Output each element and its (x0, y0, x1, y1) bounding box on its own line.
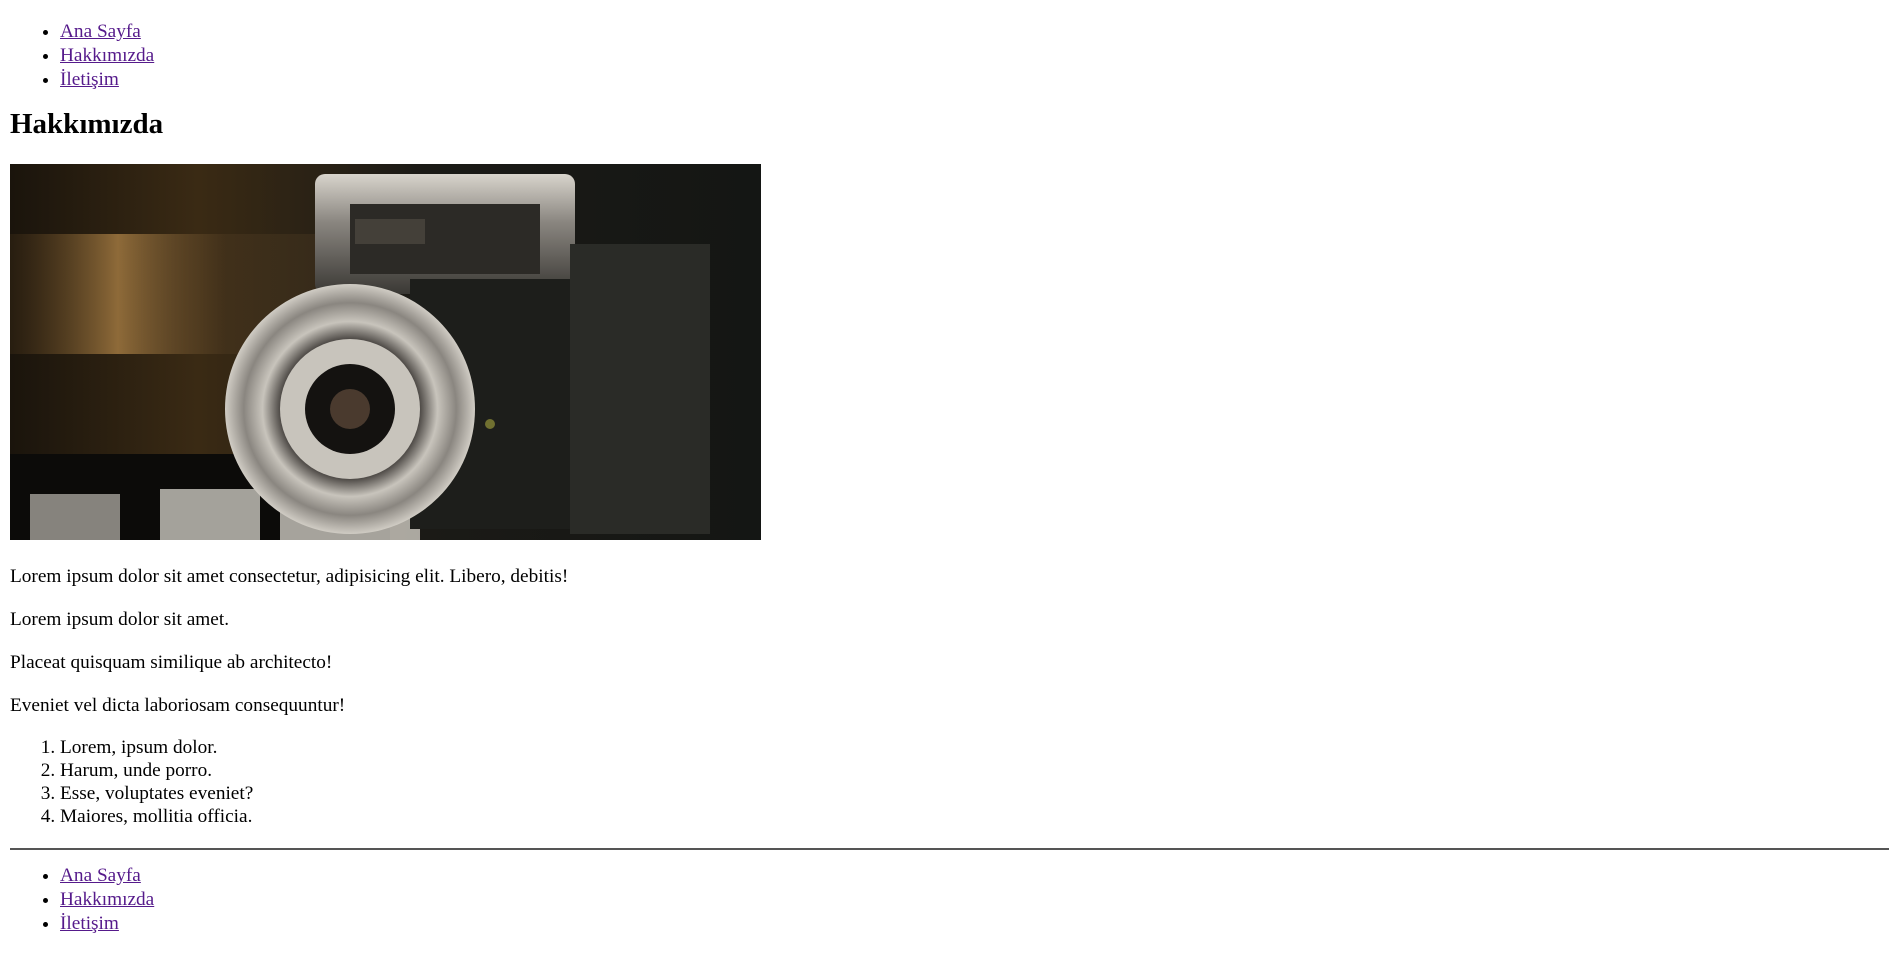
paragraph: Eveniet vel dicta laboriosam consequuntu… (10, 695, 346, 716)
nav-item-contact: İletişim (60, 68, 1888, 92)
nav-item-about: Hakkımızda (60, 44, 1888, 68)
list-item: Esse, voluptates eveniet? (60, 782, 1888, 805)
page: Ana Sayfa Hakkımızda İletişim Hakkımızda (0, 0, 1898, 936)
nav-item-about: Hakkımızda (60, 888, 1888, 912)
page-title: Hakkımızda (10, 108, 164, 140)
list-item: Lorem, ipsum dolor. (60, 736, 1888, 759)
nav-link-about[interactable]: Hakkımızda (60, 889, 154, 910)
nav-link-home[interactable]: Ana Sayfa (60, 865, 141, 886)
ordered-list: Lorem, ipsum dolor. Harum, unde porro. E… (10, 736, 1888, 828)
nav-link-about[interactable]: Hakkımızda (60, 45, 154, 66)
nav-item-home: Ana Sayfa (60, 20, 1888, 44)
list-item: Maiores, mollitia officia. (60, 805, 1888, 828)
top-nav: Ana Sayfa Hakkımızda İletişim (10, 20, 1888, 92)
nav-item-home: Ana Sayfa (60, 864, 1888, 888)
bottom-nav: Ana Sayfa Hakkımızda İletişim (10, 864, 1888, 936)
paragraph: Placeat quisquam similique ab architecto… (10, 652, 333, 673)
camera-image (10, 164, 761, 540)
paragraph: Lorem ipsum dolor sit amet consectetur, … (10, 566, 569, 587)
nav-link-home[interactable]: Ana Sayfa (60, 21, 141, 42)
nav-link-contact[interactable]: İletişim (60, 69, 119, 90)
nav-item-contact: İletişim (60, 912, 1888, 936)
list-item: Harum, unde porro. (60, 759, 1888, 782)
nav-link-contact[interactable]: İletişim (60, 913, 119, 934)
paragraph: Lorem ipsum dolor sit amet. (10, 609, 230, 630)
divider (10, 848, 1889, 850)
